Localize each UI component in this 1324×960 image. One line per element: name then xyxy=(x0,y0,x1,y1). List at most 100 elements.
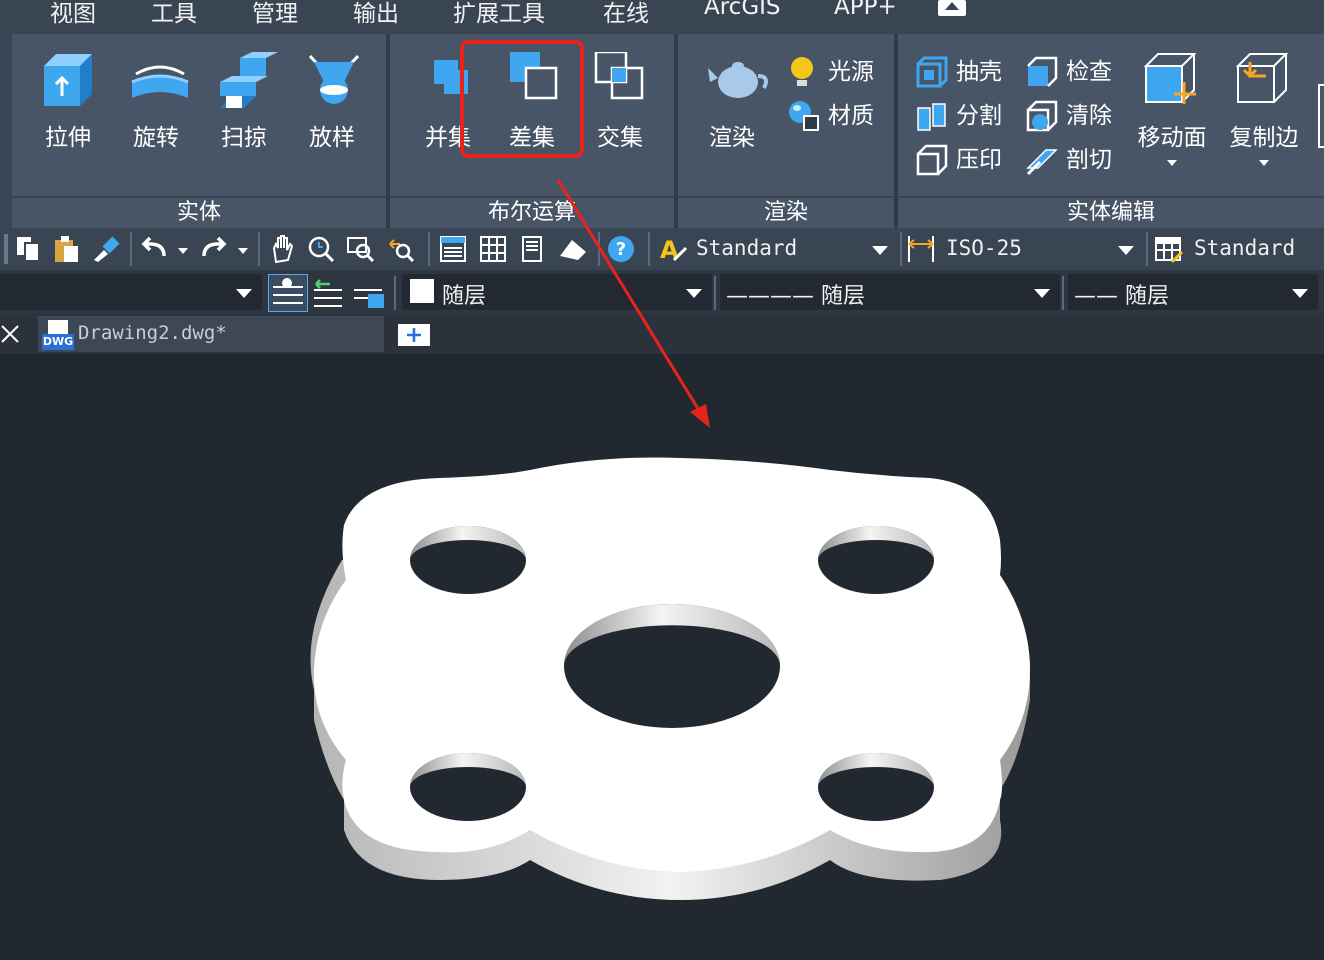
hole-bottom-right xyxy=(818,753,934,821)
document-tab-label: Drawing2.dwg* xyxy=(78,322,227,344)
chevron-down-icon xyxy=(872,246,888,255)
sweep-button[interactable]: 扫掠 xyxy=(204,34,284,174)
dim-style-select[interactable]: ISO-25 xyxy=(946,232,1140,266)
make-current-layer-icon[interactable] xyxy=(268,274,308,312)
dwg-badge: DWG xyxy=(42,334,74,350)
layer-states-icon[interactable] xyxy=(350,276,386,310)
linetype-select[interactable]: ———— 随层 xyxy=(720,274,1060,310)
intersect-button[interactable]: 交集 xyxy=(580,34,660,174)
menu-extension-tools[interactable]: 扩展工具 xyxy=(453,0,545,28)
menu-arcgis[interactable]: ArcGIS xyxy=(704,0,781,20)
copy-icon[interactable] xyxy=(14,234,44,264)
move-face-icon xyxy=(1144,53,1197,104)
extrude-label: 拉伸 xyxy=(45,125,91,151)
panel-solid-edit: 抽壳 检查 分割 清除 压印 剖切 移动面 复制边 实体编辑 xyxy=(898,34,1324,228)
slice-icon xyxy=(1026,149,1058,176)
move-face-label: 移动面 xyxy=(1137,125,1207,151)
hole-top-left xyxy=(410,526,526,594)
chevron-down-icon xyxy=(1259,160,1269,166)
document-tab[interactable]: DWG Drawing2.dwg* xyxy=(38,316,384,352)
chevron-down-icon xyxy=(1167,160,1177,166)
sweep-icon xyxy=(220,52,278,108)
dim-style-icon[interactable] xyxy=(906,234,936,264)
chevron-down-icon xyxy=(236,289,252,298)
imprint-icon xyxy=(916,144,948,176)
layer-select[interactable] xyxy=(0,274,262,310)
pan-hand-icon[interactable] xyxy=(268,234,298,264)
menu-output[interactable]: 输出 xyxy=(353,0,399,28)
color-value: 随层 xyxy=(442,284,487,309)
extrude-button[interactable]: 拉伸 xyxy=(28,34,108,174)
ribbon-minimize-icon[interactable] xyxy=(938,0,966,16)
redo-dropdown-icon[interactable] xyxy=(238,248,248,254)
lineweight-value: —— 随层 xyxy=(1074,284,1169,309)
dim-style-value: ISO-25 xyxy=(946,236,1022,260)
table-style-value: Standard xyxy=(1194,236,1296,260)
markup-icon[interactable] xyxy=(558,234,588,264)
toolbar-grip[interactable] xyxy=(4,234,8,264)
lineweight-select[interactable]: —— 随层 xyxy=(1068,274,1318,310)
material-icon xyxy=(789,101,819,131)
panel-boolean-title: 布尔运算 xyxy=(487,200,576,225)
panel-solid: 拉伸 旋转 扫掠 放样 实体 xyxy=(12,34,386,228)
overflow-button-icon[interactable] xyxy=(1318,84,1324,148)
tool-palette-icon[interactable] xyxy=(518,234,548,264)
plus-icon xyxy=(407,328,421,342)
loft-button[interactable]: 放样 xyxy=(292,34,372,174)
panel-render-title: 渲染 xyxy=(763,200,808,225)
shell-label: 抽壳 xyxy=(956,59,1002,85)
color-select[interactable]: 随层 xyxy=(402,274,712,310)
text-style-select[interactable]: Standard xyxy=(696,232,894,266)
intersect-label: 交集 xyxy=(597,125,643,151)
slice-label: 剖切 xyxy=(1066,147,1112,173)
loft-label: 放样 xyxy=(309,125,355,151)
render-label: 渲染 xyxy=(709,125,755,151)
sweep-label: 扫掠 xyxy=(221,125,267,151)
loft-icon xyxy=(308,54,360,104)
revolve-icon xyxy=(131,65,189,98)
teapot-icon xyxy=(708,62,768,98)
design-center-icon[interactable] xyxy=(478,234,508,264)
drawing-viewport[interactable] xyxy=(0,354,1324,956)
new-tab-button[interactable] xyxy=(398,324,430,346)
linetype-value: ———— 随层 xyxy=(726,284,865,309)
properties-palette-icon[interactable] xyxy=(438,234,468,264)
shell-icon xyxy=(916,56,948,88)
ribbon: 拉伸 旋转 扫掠 放样 实体 并集 差集 交集 布尔运算 渲染 光源 材质 渲染… xyxy=(0,34,1324,228)
bulb-icon xyxy=(791,57,813,86)
copy-edge-button[interactable]: 复制边 xyxy=(1222,34,1306,174)
redo-icon[interactable] xyxy=(198,234,228,264)
move-face-button[interactable]: 移动面 xyxy=(1130,34,1214,174)
imprint-label: 压印 xyxy=(956,147,1002,173)
intersect-icon xyxy=(594,52,644,100)
panel-solid-title: 实体 xyxy=(176,200,221,225)
copy-edge-icon xyxy=(1236,53,1289,103)
table-style-select[interactable]: Standard xyxy=(1194,232,1324,266)
revolve-button[interactable]: 旋转 xyxy=(116,34,196,174)
zoom-realtime-icon[interactable] xyxy=(306,234,336,264)
panel-render: 渲染 光源 材质 渲染 xyxy=(678,34,894,228)
hole-bottom-left xyxy=(410,753,526,821)
menu-online[interactable]: 在线 xyxy=(603,0,649,28)
menu-manage[interactable]: 管理 xyxy=(252,0,298,28)
separate-icon xyxy=(917,103,946,131)
undo-icon[interactable] xyxy=(140,234,170,264)
text-style-icon[interactable]: A xyxy=(658,234,688,264)
close-icon[interactable] xyxy=(0,324,20,344)
table-style-icon[interactable] xyxy=(1154,234,1184,264)
paste-icon[interactable] xyxy=(52,234,82,264)
render-button[interactable]: 渲染 xyxy=(692,34,772,174)
panel-solid-edit-title: 实体编辑 xyxy=(1066,200,1155,225)
separate-label: 分割 xyxy=(956,103,1002,129)
layer-previous-icon[interactable] xyxy=(310,276,346,310)
menu-tools[interactable]: 工具 xyxy=(151,0,197,28)
zoom-window-icon[interactable] xyxy=(346,234,376,264)
help-icon[interactable]: ? xyxy=(606,234,636,264)
undo-dropdown-icon[interactable] xyxy=(178,248,188,254)
menu-app-plus[interactable]: APP+ xyxy=(834,0,897,20)
menu-view[interactable]: 视图 xyxy=(50,0,96,28)
highlight-box xyxy=(460,40,584,158)
properties-toolbar: 随层 ———— 随层 —— 随层 xyxy=(0,270,1324,314)
match-properties-icon[interactable] xyxy=(90,234,120,264)
zoom-previous-icon[interactable] xyxy=(386,234,416,264)
